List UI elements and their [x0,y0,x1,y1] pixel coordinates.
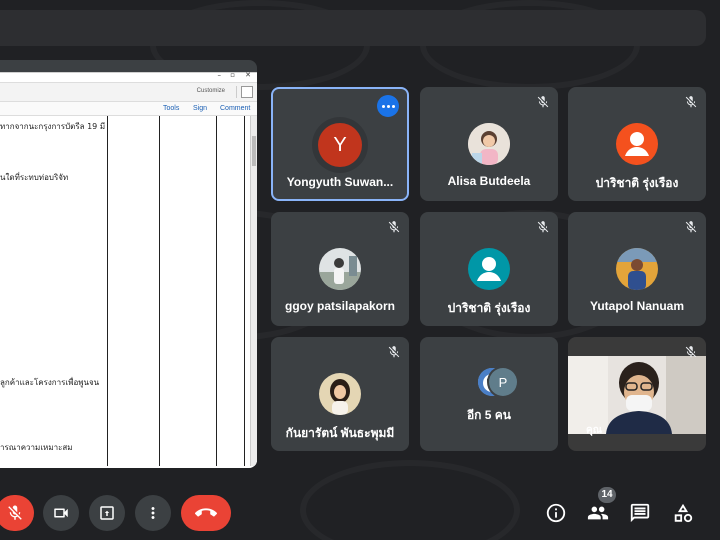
present-button[interactable] [89,495,125,531]
more-vert-icon [151,507,155,519]
document-text-line: นใดที่ระทบท่อบริจัท [0,173,69,182]
mic-off-icon [537,96,549,108]
avatar-initial: P [498,374,508,390]
table-column-line [244,116,245,466]
mic-off-icon [685,221,697,233]
self-label: คุณ [586,425,602,436]
participant-name: กันยารัตน์ พันธะพุมมี [285,426,395,440]
end-call-icon [195,508,217,517]
avatar [468,248,510,290]
mic-off-icon [388,221,400,233]
document-scrollbar [250,116,257,466]
document-text-line: ลูกค้าและโครงการเพื่อพูนจน [0,378,100,387]
photo-avatar-icon [319,248,361,290]
table-column-line [216,116,217,466]
photo-avatar-icon [616,248,658,290]
minimize-icon: – [217,71,222,79]
mic-off-icon [537,221,549,233]
more-options-button[interactable] [135,495,171,531]
chat-icon[interactable] [629,502,651,524]
default-person-icon [625,132,649,156]
scrollbar-thumb [252,136,256,166]
table-column-line [107,116,108,466]
photo-avatar-icon [319,373,361,415]
avatar: Y [318,123,362,167]
participant-name: อีก 5 คน [466,408,512,422]
avatar [468,123,510,165]
meeting-top-bar [0,10,706,46]
participant-count-badge: 14 [598,487,616,503]
participant-name: Yongyuth Suwan... [286,175,394,189]
document-text-line: ทากจากนะกรุงการบัตรีล 19 มี [0,122,106,131]
participant-name: ปาริชาติ รุ่งเรือง [447,301,531,315]
participant-name: ปาริชาติ รุ่งเรือง [595,176,679,190]
participant-tile[interactable]: กันยารัตน์ พันธะพุมมี [271,337,409,451]
more-options-button[interactable] [377,95,399,117]
participant-name: Yutapol Nanuam [589,299,684,313]
default-person-icon [477,257,501,281]
participant-tile[interactable]: ปาริชาติ รุ่งเรือง [568,87,706,201]
document-toolbar: Customize [0,82,257,102]
camera-toggle-button[interactable] [43,495,79,531]
participant-tile[interactable]: Alisa Butdeela [420,87,558,201]
mic-off-icon [388,346,400,358]
self-video-tile[interactable]: คุณ [568,337,706,451]
end-call-button[interactable] [181,495,231,531]
activities-icon[interactable] [672,502,694,524]
mic-off-icon [685,346,697,358]
expand-icon [241,86,253,98]
camera-icon [54,508,68,518]
watermark-ring [300,460,520,540]
tab-comment: Comment [220,105,251,112]
avatar: P [489,368,517,396]
participant-tile[interactable]: Yutapol Nanuam [568,212,706,326]
avatar [319,248,361,290]
participant-name: ggoy patsilapakorn [284,299,396,313]
close-icon: ✕ [245,71,251,79]
mic-toggle-button[interactable] [0,495,34,531]
customize-label: Customize [196,88,225,94]
present-icon [100,506,114,520]
participant-tile[interactable]: ปาริชาติ รุ่งเรือง [420,212,558,326]
avatar [319,373,361,415]
avatar-initial: Y [333,133,347,156]
maximize-icon: ▫ [230,71,235,79]
shared-document-window: – ▫ ✕ Customize Tools Sign Comment ทากจา… [0,71,257,468]
participant-tile[interactable]: ggoy patsilapakorn [271,212,409,326]
table-column-line [159,116,160,466]
document-tabs: Tools Sign Comment [0,102,257,116]
tab-tools: Tools [163,105,180,112]
mic-off-icon [8,505,22,520]
avatar [616,248,658,290]
document-page: ทากจากนะกรุงการบัตรีล 19 มี นใดที่ระทบท่… [0,116,257,466]
document-titlebar: – ▫ ✕ [0,71,257,82]
document-text-line: ารณาความเหมาะสม [0,443,73,452]
mic-off-icon [685,96,697,108]
participant-tile[interactable]: Y Yongyuth Suwan... [271,87,409,201]
people-icon[interactable] [587,502,609,524]
others-tile[interactable]: P อีก 5 คน [420,337,558,451]
avatar [616,123,658,165]
toolbar-divider [236,86,237,98]
tab-sign: Sign [193,105,208,112]
info-icon[interactable] [545,502,567,524]
screen-share-tile[interactable]: – ▫ ✕ Customize Tools Sign Comment ทากจา… [0,60,257,468]
photo-avatar-icon [468,123,510,165]
participant-name: Alisa Butdeela [447,174,531,188]
